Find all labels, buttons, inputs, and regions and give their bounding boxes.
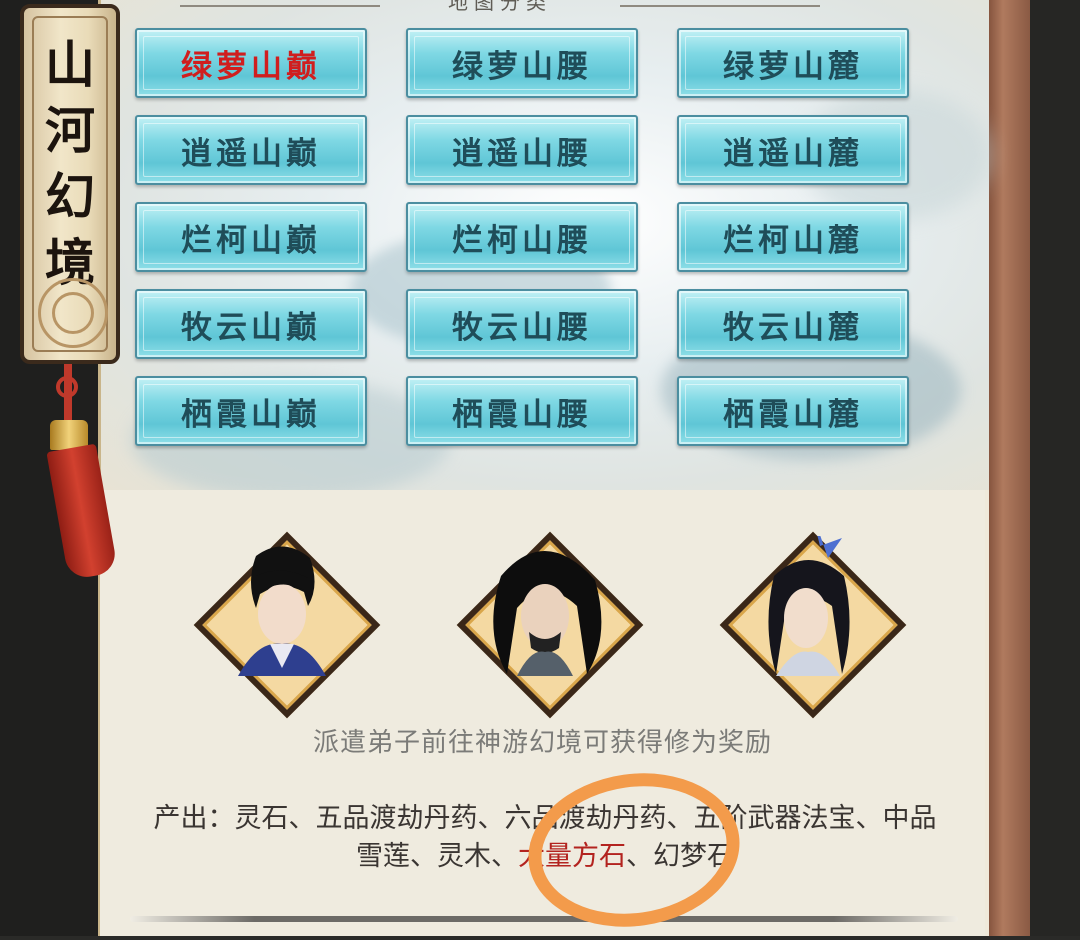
location-button[interactable]: 逍遥山巅 (135, 115, 367, 185)
location-button[interactable]: 烂柯山腰 (406, 202, 638, 272)
tag-knot (56, 376, 78, 398)
right-wood-frame (985, 0, 1030, 936)
disciple-portrait-icon (493, 550, 602, 676)
location-button[interactable]: 栖霞山巅 (135, 376, 367, 446)
location-button[interactable]: 绿萝山麓 (677, 28, 909, 98)
location-button[interactable]: 牧云山麓 (677, 289, 909, 359)
location-button[interactable]: 牧云山巅 (135, 289, 367, 359)
bottom-divider (130, 916, 958, 922)
location-button[interactable]: 逍遥山麓 (677, 115, 909, 185)
disciple-slot-3[interactable] (719, 531, 907, 719)
disciple-slot-2[interactable] (456, 531, 644, 719)
location-button[interactable]: 绿萝山腰 (406, 28, 638, 98)
location-button[interactable]: 烂柯山巅 (135, 202, 367, 272)
top-ornament: 地图分类 (140, 0, 860, 14)
cloud-swirl-icon (52, 292, 94, 334)
location-button[interactable]: 逍遥山腰 (406, 115, 638, 185)
ornament-title: 地图分类 (448, 0, 552, 14)
ornament-line-left (180, 5, 380, 7)
disciple-portrait-icon (238, 546, 326, 676)
disciple-slot-1[interactable] (193, 531, 381, 719)
location-button[interactable]: 栖霞山腰 (406, 376, 638, 446)
scroll-tag: 山河幻境 (20, 4, 120, 364)
location-button[interactable]: 牧云山腰 (406, 289, 638, 359)
location-button[interactable]: 绿萝山巅 (135, 28, 367, 98)
ornament-line-right (620, 5, 820, 7)
tag-title: 山河幻境 (45, 35, 95, 292)
output-text: 产出：灵石、五品渡劫丹药、六品渡劫丹药、五阶武器法宝、中品雪莲、灵木、大量方石、… (150, 800, 940, 876)
location-grid: 绿萝山巅 绿萝山腰 绿萝山麓 逍遥山巅 逍遥山腰 逍遥山麓 烂柯山巅 烂柯山腰 … (135, 28, 911, 448)
location-button[interactable]: 烂柯山麓 (677, 202, 909, 272)
disciple-portrait-icon (768, 536, 850, 676)
output-highlight: 大量方石 (518, 841, 626, 872)
right-dark-frame (1030, 0, 1080, 936)
location-button[interactable]: 栖霞山麓 (677, 376, 909, 446)
description-text: 派遣弟子前往神游幻境可获得修为奖励 (312, 728, 772, 758)
output-suffix: 、幻梦石 (626, 841, 734, 872)
